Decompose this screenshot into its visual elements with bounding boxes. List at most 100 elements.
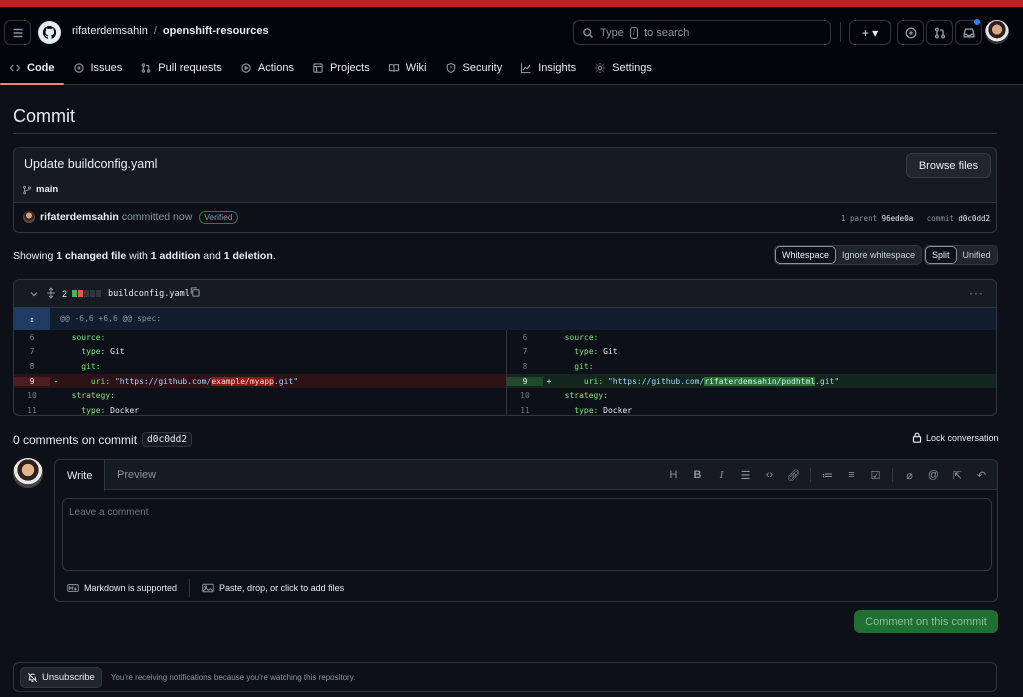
tab-code[interactable]: Code <box>0 57 64 85</box>
commit-meta: rifaterdemsahin committed now Verified 1… <box>14 203 996 232</box>
line-number[interactable]: 6 <box>14 333 50 342</box>
yaml-key: strategy: <box>564 391 608 401</box>
yaml-key: type: <box>81 347 106 357</box>
comments-heading: 0 comments on commit d0c0dd2 <box>13 432 193 447</box>
author-avatar[interactable] <box>23 211 35 223</box>
tab-projects[interactable]: Projects <box>303 57 379 79</box>
repo-link[interactable]: openshift-resources <box>163 25 269 37</box>
cross-reference-icon[interactable]: ⇱ <box>950 469 965 482</box>
tab-actions-label: Actions <box>257 62 294 74</box>
ignore-whitespace-button[interactable]: Ignore whitespace <box>836 246 922 264</box>
menu-icon[interactable] <box>4 20 31 45</box>
task-list-icon[interactable]: ☑ <box>868 469 883 482</box>
numbered-list-icon[interactable]: ≔ <box>820 469 835 482</box>
create-new-button[interactable]: + ▾ <box>849 20 891 45</box>
summary-end: . <box>272 250 276 262</box>
github-logo-icon[interactable] <box>38 21 61 44</box>
file-name-link[interactable]: buildconfig.yaml <box>108 289 190 299</box>
lock-conversation-button[interactable]: Lock conversation <box>912 432 999 443</box>
tab-issues[interactable]: Issues <box>64 57 132 79</box>
line-number[interactable]: 11 <box>507 406 543 415</box>
yaml-key: type: <box>574 347 599 357</box>
diff-line-added: 9 + uri: "https://github.com/rifaterdemsa… <box>507 373 996 389</box>
user-avatar[interactable] <box>985 20 1009 44</box>
editor-tabs: Write Preview H B I ☰ ‹› 🔗︎ ≔ ≡ ☑ ⌀ @ ⇱ … <box>55 460 997 491</box>
lock-conversation-label: Lock conversation <box>926 432 999 443</box>
comment-editor: Write Preview H B I ☰ ‹› 🔗︎ ≔ ≡ ☑ ⌀ @ ⇱ … <box>54 459 998 602</box>
parent-sha-link[interactable]: 96ede0a <box>882 214 914 223</box>
diff-line: 10 strategy: <box>507 388 996 403</box>
link-icon[interactable]: 🔗︎ <box>786 469 801 482</box>
browser-top-strip <box>0 0 1023 7</box>
line-number[interactable]: 9 <box>14 376 50 386</box>
owner-link[interactable]: rifaterdemsahin <box>72 25 148 37</box>
preview-tab[interactable]: Preview <box>105 460 168 490</box>
reply-icon[interactable]: ↶ <box>974 469 989 482</box>
pull-requests-icon[interactable] <box>926 20 953 45</box>
line-number[interactable]: 6 <box>507 333 543 342</box>
line-number[interactable]: 10 <box>507 391 543 400</box>
copy-icon[interactable] <box>189 286 201 298</box>
mention-icon[interactable]: @ <box>926 469 941 481</box>
line-number[interactable]: 9 <box>507 376 543 386</box>
whitespace-button[interactable]: Whitespace <box>775 246 837 264</box>
commenter-avatar[interactable] <box>13 458 43 488</box>
bold-icon[interactable]: B <box>690 469 705 481</box>
tab-settings-label: Settings <box>612 62 652 74</box>
tab-security[interactable]: Security <box>436 57 512 79</box>
breadcrumb: rifaterdemsahin / openshift-resources <box>72 25 269 37</box>
code-text: strategy: <box>62 391 115 400</box>
comment-submit-button[interactable]: Comment on this commit <box>854 610 998 633</box>
search-input[interactable]: Type / to search <box>573 20 831 45</box>
bullet-list-icon[interactable]: ≡ <box>844 469 859 481</box>
attach-icon[interactable]: ⌀ <box>902 469 917 482</box>
change-count: 2 <box>62 289 68 299</box>
expand-all-icon[interactable] <box>45 287 57 299</box>
line-number[interactable]: 8 <box>507 362 543 371</box>
issue-icon <box>73 63 84 73</box>
diffstat-del-block <box>78 290 83 297</box>
author-link[interactable]: rifaterdemsahin <box>40 211 119 223</box>
summary-with: with <box>129 250 148 262</box>
deleted-highlight: example/myapp <box>211 376 274 386</box>
browse-files-button[interactable]: Browse files <box>906 153 991 178</box>
line-number[interactable]: 7 <box>14 347 50 356</box>
split-view-button[interactable]: Split <box>925 246 957 264</box>
tab-actions[interactable]: Actions <box>231 57 303 79</box>
summary-and: and <box>203 250 221 262</box>
tab-settings[interactable]: Settings <box>585 57 661 79</box>
summary-files: 1 changed file <box>56 250 127 262</box>
issues-icon[interactable] <box>897 20 924 45</box>
line-number[interactable]: 8 <box>14 362 50 371</box>
line-number[interactable]: 10 <box>14 391 50 400</box>
line-number[interactable]: 7 <box>507 347 543 356</box>
markdown-note-text: Markdown is supported <box>84 583 178 593</box>
comment-textarea[interactable]: Leave a comment <box>62 498 992 571</box>
verified-badge[interactable]: Verified <box>199 211 238 224</box>
italic-icon[interactable]: I <box>714 469 729 481</box>
branch-label[interactable]: main <box>22 184 58 195</box>
write-tab[interactable]: Write <box>55 460 106 491</box>
diffstat-bar <box>72 290 101 297</box>
tab-insights[interactable]: Insights <box>511 57 585 79</box>
unsubscribe-button[interactable]: Unsubscribe <box>20 666 102 688</box>
heading-icon[interactable]: H <box>666 469 681 481</box>
summary-deletions: 1 deletion <box>223 250 273 262</box>
attach-files-note[interactable]: Paste, drop, or click to add files <box>202 583 344 593</box>
tab-wiki[interactable]: Wiki <box>379 57 436 79</box>
commit-details-box: Update buildconfig.yaml main Browse file… <box>13 147 997 233</box>
quote-icon[interactable]: ☰ <box>738 469 753 482</box>
tab-pull-requests[interactable]: Pull requests <box>131 57 231 79</box>
chevron-down-icon[interactable] <box>28 288 40 300</box>
diffstat-add-block <box>72 290 77 297</box>
tab-issues-label: Issues <box>90 62 123 74</box>
markdown-note[interactable]: Markdown is supported <box>67 583 177 593</box>
diff-line: 6 source: <box>14 330 506 345</box>
commit-author-line: rifaterdemsahin committed now Verified <box>40 211 238 224</box>
line-number[interactable]: 11 <box>14 406 50 415</box>
unified-view-button[interactable]: Unified <box>956 246 997 264</box>
expand-up-icon[interactable]: ↥ <box>14 308 50 330</box>
notification-message: You're receiving notifications because y… <box>110 672 356 682</box>
code-icon[interactable]: ‹› <box>762 469 777 481</box>
file-options-icon[interactable]: ··· <box>969 286 984 300</box>
